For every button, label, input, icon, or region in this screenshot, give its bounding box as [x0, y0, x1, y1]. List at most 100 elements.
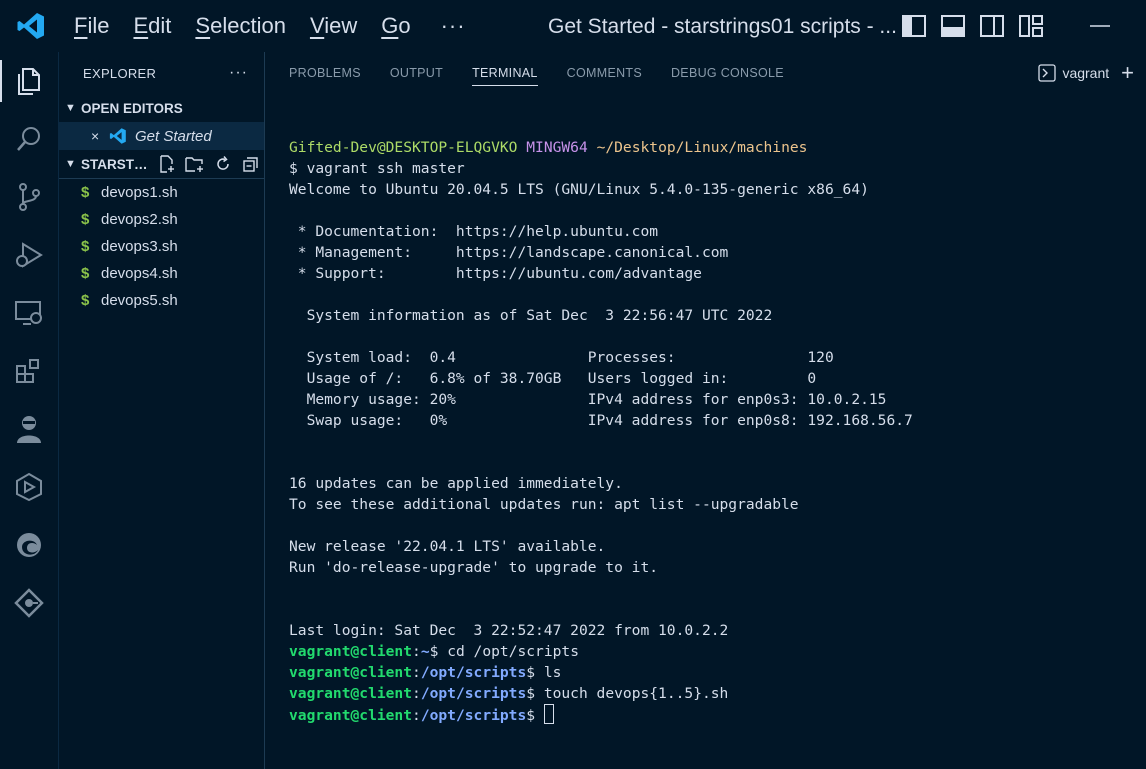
terminal-line: Welcome to Ubuntu 20.04.5 LTS (GNU/Linux… [289, 181, 869, 198]
terminal-line: System information as of Sat Dec 3 22:56… [289, 307, 773, 324]
refresh-icon[interactable] [213, 154, 233, 174]
explorer-icon[interactable] [0, 52, 58, 110]
folder-label: STARSTRINGS01 SCRIPTS [81, 156, 153, 172]
file-item[interactable]: $ devops3.sh [59, 233, 264, 260]
vprompt-path: /opt/scripts [420, 664, 527, 681]
shell-script-icon: $ [81, 292, 90, 309]
vscode-file-icon [109, 127, 127, 145]
gitlens-icon[interactable] [0, 574, 58, 632]
terminal-line: System load: 0.4 Processes: 120 [289, 349, 834, 366]
title-bar: File Edit Selection View Go ··· Get Star… [0, 0, 1146, 52]
file-label: devops2.sh [101, 211, 178, 228]
tab-debug-console[interactable]: DEBUG CONSOLE [671, 52, 784, 94]
toggle-primary-sidebar-icon[interactable] [900, 12, 927, 39]
terminal-command: touch devops{1..5}.sh [543, 685, 729, 702]
terminal-icon [1038, 64, 1057, 82]
workspace-folder[interactable]: ▼ STARSTRINGS01 SCRIPTS [59, 150, 264, 178]
menu-file[interactable]: File [62, 0, 121, 52]
file-item[interactable]: $ devops4.sh [59, 260, 264, 287]
panel-tabs: PROBLEMS OUTPUT TERMINAL COMMENTS DEBUG … [265, 52, 1146, 94]
edge-devtools-icon[interactable] [0, 516, 58, 574]
explorer-sidebar: EXPLORER ··· ▼ OPEN EDITORS × Get Starte… [58, 52, 265, 769]
vprompt-user: vagrant@client [289, 685, 413, 702]
window-title: Get Started - starstrings01 scripts - ..… [548, 15, 897, 38]
file-item[interactable]: $ devops1.sh [59, 179, 264, 206]
vprompt-user: vagrant@client [289, 707, 413, 724]
remote-explorer-icon[interactable] [0, 284, 58, 342]
source-control-icon[interactable] [0, 168, 58, 226]
vprompt-dollar: $ [526, 664, 544, 681]
open-editors-section[interactable]: ▼ OPEN EDITORS [59, 94, 264, 122]
vprompt-dollar: $ [429, 643, 448, 660]
search-icon[interactable] [0, 110, 58, 168]
toggle-panel-icon[interactable] [939, 12, 966, 39]
open-editor-item[interactable]: × Get Started [59, 122, 264, 150]
terminal-command: cd /opt/scripts [447, 643, 579, 660]
terminal-line: * Documentation: https://help.ubuntu.com [289, 223, 659, 240]
shell-script-icon: $ [81, 238, 90, 255]
explorer-title: EXPLORER [83, 65, 157, 81]
shell-script-icon: $ [81, 265, 90, 282]
vprompt-path: ~ [420, 643, 430, 660]
explorer-more-button[interactable]: ··· [229, 64, 248, 82]
file-item[interactable]: $ devops5.sh [59, 287, 264, 314]
menu-go[interactable]: Go [369, 0, 422, 52]
prompt-user: Gifted-Dev@DESKTOP-ELQGVKO [289, 139, 518, 156]
toggle-secondary-sidebar-icon[interactable] [978, 12, 1005, 39]
menu-selection[interactable]: Selection [183, 0, 298, 52]
tab-problems[interactable]: PROBLEMS [289, 52, 361, 94]
tab-output[interactable]: OUTPUT [390, 52, 443, 94]
terminal-line: * Management: https://landscape.canonica… [289, 244, 729, 261]
terminal-output[interactable]: Gifted-Dev@DESKTOP-ELQGVKO MINGW64 ~/Des… [289, 137, 913, 726]
customize-layout-icon[interactable] [1017, 12, 1044, 39]
collapse-all-icon[interactable] [241, 154, 261, 174]
terminal-line: Usage of /: 6.8% of 38.70GB Users logged… [289, 370, 817, 387]
vprompt-user: vagrant@client [289, 664, 413, 681]
terminal-command: ls [543, 664, 562, 681]
run-debug-icon[interactable] [0, 226, 58, 284]
shell-script-icon: $ [81, 211, 90, 228]
file-item[interactable]: $ devops2.sh [59, 206, 264, 233]
tab-terminal[interactable]: TERMINAL [472, 52, 538, 94]
prompt-path: ~/Desktop/Linux/machines [596, 139, 808, 156]
vprompt-colon: : [412, 643, 421, 660]
menu-more-button[interactable]: ··· [423, 13, 484, 39]
vscode-logo-icon[interactable] [0, 0, 62, 52]
terminal-selector[interactable]: vagrant + [1038, 62, 1134, 84]
terminal-line: New release '22.04.1 LTS' available. [289, 538, 606, 555]
minimize-icon[interactable] [1080, 12, 1120, 39]
open-editors-label: OPEN EDITORS [81, 100, 183, 116]
terminal-line: 16 updates can be applied immediately. [289, 475, 623, 492]
shell-script-icon: $ [81, 184, 90, 201]
chevron-down-icon: ▼ [65, 158, 76, 170]
dev-containers-icon[interactable] [0, 458, 58, 516]
file-label: devops1.sh [101, 184, 178, 201]
folder-actions [157, 154, 261, 174]
prompt-env: MINGW64 [526, 139, 588, 156]
new-folder-icon[interactable] [185, 154, 205, 174]
vprompt-dollar: $ [526, 685, 544, 702]
close-icon[interactable]: × [91, 128, 109, 144]
terminal-line: Last login: Sat Dec 3 22:52:47 2022 from… [289, 622, 729, 639]
vprompt-colon: : [412, 707, 421, 724]
vprompt-colon: : [412, 685, 421, 702]
layout-controls [900, 12, 1044, 39]
vprompt-path: /opt/scripts [420, 707, 527, 724]
new-file-icon[interactable] [157, 154, 177, 174]
file-tree: $ devops1.sh $ devops2.sh $ devops3.sh $… [59, 178, 264, 314]
account-icon[interactable] [0, 400, 58, 458]
extensions-icon[interactable] [0, 342, 58, 400]
menu-edit[interactable]: Edit [121, 0, 183, 52]
terminal-line: Run 'do-release-upgrade' to upgrade to i… [289, 559, 659, 576]
open-editor-label: Get Started [135, 127, 212, 145]
file-label: devops5.sh [101, 292, 178, 309]
vprompt-dollar: $ [526, 707, 544, 724]
vprompt-user: vagrant@client [289, 643, 413, 660]
explorer-header: EXPLORER ··· [59, 52, 264, 94]
menu-view[interactable]: View [298, 0, 369, 52]
file-label: devops3.sh [101, 238, 178, 255]
tab-comments[interactable]: COMMENTS [567, 52, 642, 94]
new-terminal-button[interactable]: + [1121, 62, 1134, 84]
terminal-line: $ vagrant ssh master [289, 160, 465, 177]
chevron-down-icon: ▼ [65, 102, 76, 114]
